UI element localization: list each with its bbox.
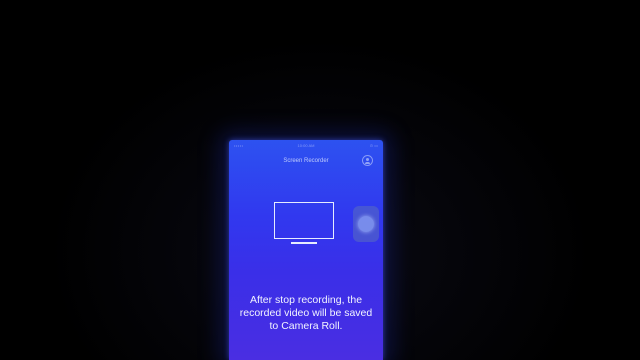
status-time: 10:00 AM	[297, 143, 315, 148]
battery-indicator: ⊙ ▭	[369, 143, 378, 148]
monitor-stand	[291, 242, 317, 244]
profile-body	[365, 162, 370, 164]
monitor-icon[interactable]	[274, 202, 334, 239]
phone-screen: ••••• 10:00 AM ⊙ ▭ Screen Recorder After…	[229, 140, 383, 360]
assistive-touch-dot	[358, 216, 374, 232]
page-title: Screen Recorder	[283, 158, 329, 164]
video-frame-background: ••••• 10:00 AM ⊙ ▭ Screen Recorder After…	[0, 0, 640, 360]
profile-head	[366, 158, 369, 161]
info-message: After stop recording, the recorded video…	[239, 294, 373, 332]
profile-settings-icon[interactable]	[362, 155, 373, 166]
status-bar: ••••• 10:00 AM ⊙ ▭	[229, 140, 383, 150]
assistive-touch-icon[interactable]	[353, 206, 379, 242]
